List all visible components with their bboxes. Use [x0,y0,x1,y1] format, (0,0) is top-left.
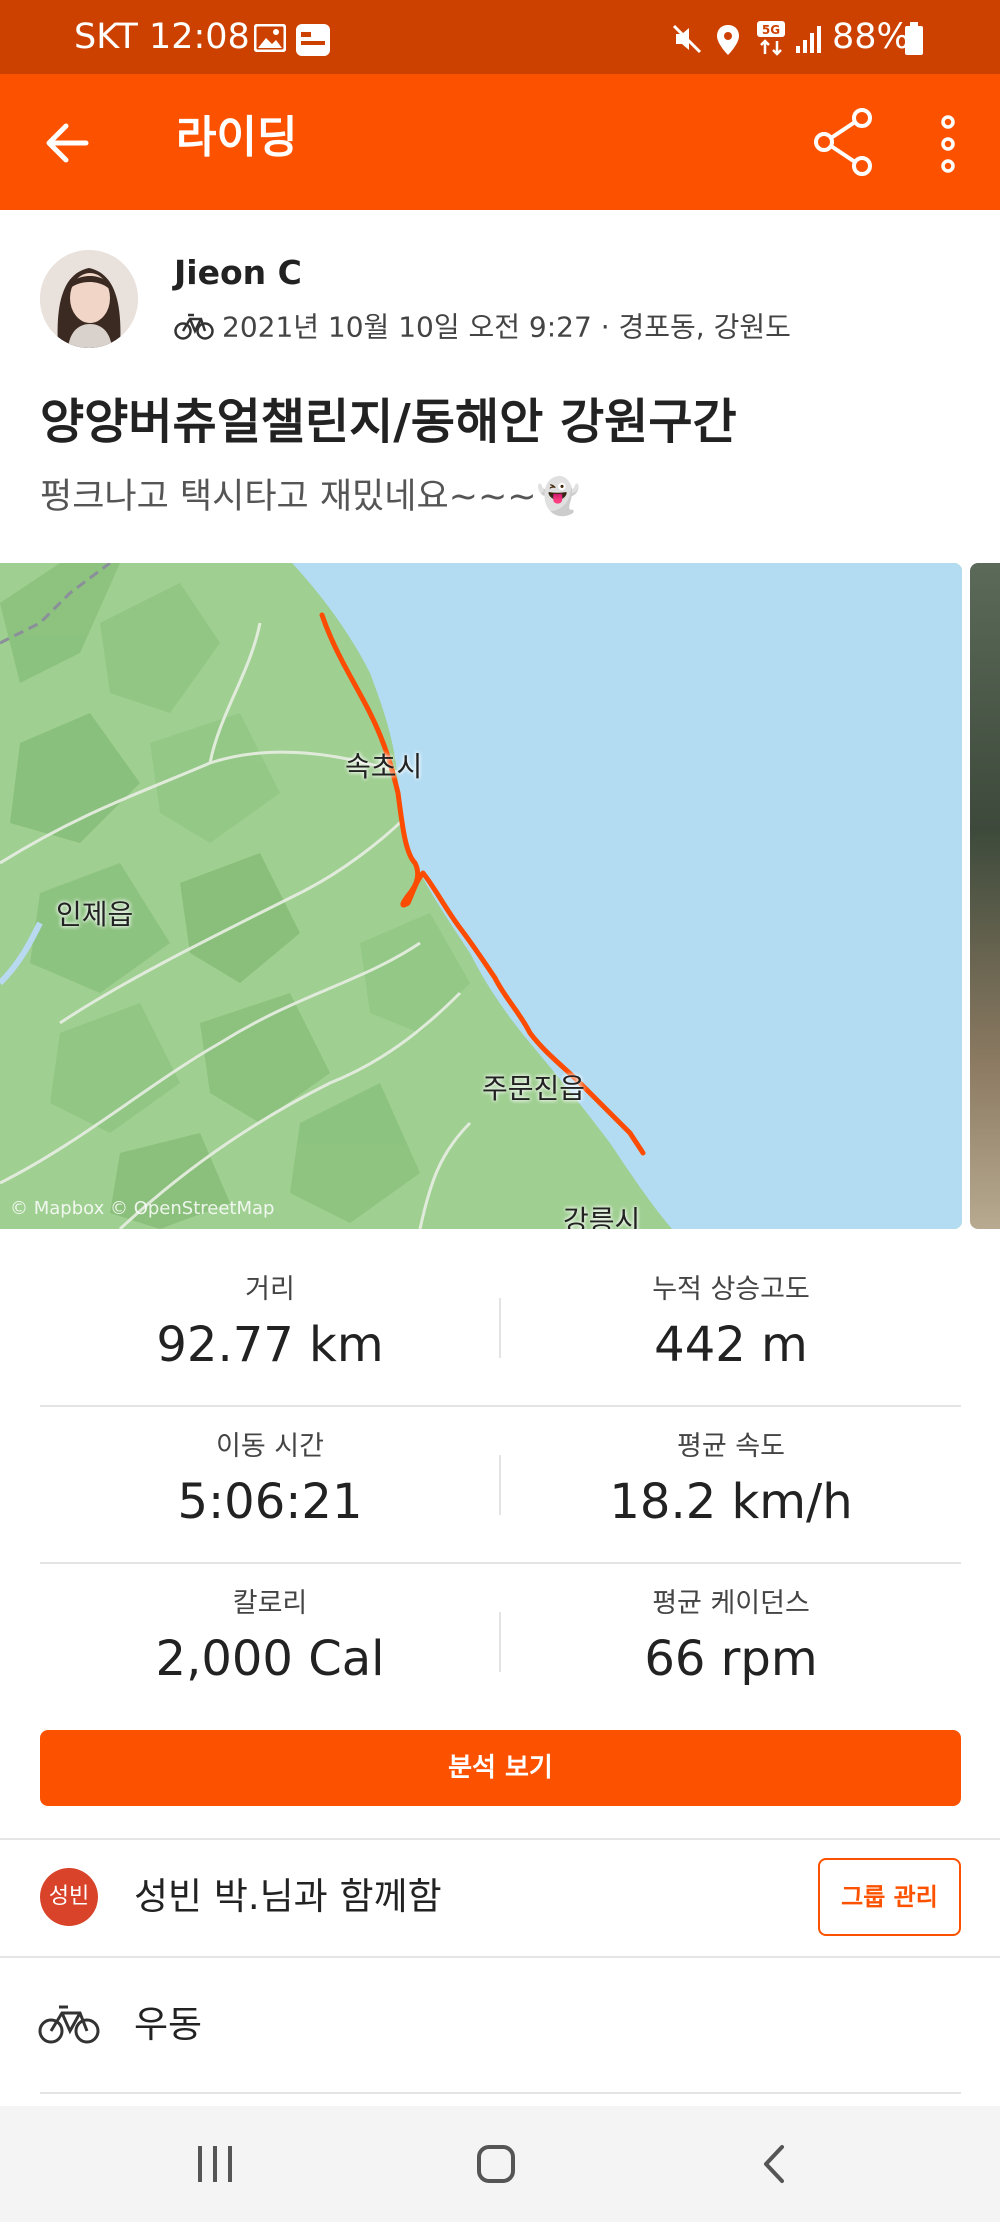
section-divider [0,1838,1000,1840]
back-arrow-icon[interactable] [42,118,92,168]
activity-meta: 2021년 10월 10일 오전 9:27 · 경포동, 강원도 [174,312,791,345]
stat-value: 92.77 km [156,1317,384,1373]
stat-label: 거리 [245,1274,295,1305]
status-time: SKT 12:08 [74,17,250,57]
recent-apps-icon[interactable] [196,2146,234,2186]
group-activity-text[interactable]: 성빈 박.님과 함께함 [134,1878,442,1915]
stat-value: 5:06:21 [177,1474,363,1530]
location-icon [716,24,740,60]
activity-photo-thumbnail[interactable] [970,563,1000,1229]
map-label-gangneung: 강릉시 [563,1204,641,1230]
athlete-name[interactable]: Jieon C [174,256,302,289]
5g-icon: 5G [756,20,786,60]
battery-percent: 88% [832,17,910,57]
status-bar: SKT 12:08 5G 88% [0,0,1000,74]
battery-icon [904,22,924,60]
signal-icon [794,24,824,58]
section-divider [0,1956,1000,1958]
bike-icon [38,2004,100,2044]
home-icon[interactable] [476,2144,516,2188]
more-options-icon[interactable] [935,114,961,174]
back-nav-icon[interactable] [762,2144,786,2188]
stat-avg-cadence: 평균 케이던스 66 rpm [501,1590,961,1683]
stats-row-divider [40,1405,961,1407]
stat-value: 66 rpm [644,1631,818,1687]
activity-title: 양양버츄얼챌린지/동해안 강원구간 [40,394,737,450]
stat-avg-speed: 평균 속도 18.2 km/h [501,1433,961,1526]
page-title: 라이딩 [176,112,298,163]
stat-calories: 칼로리 2,000 Cal [40,1590,500,1683]
map-attribution[interactable]: © Mapbox © OpenStreetMap [10,1200,274,1218]
map-label-sokcho: 속초시 [345,750,423,783]
stat-distance: 거리 92.77 km [40,1276,500,1369]
avatar[interactable] [40,250,138,348]
manage-group-button[interactable]: 그룹 관리 [818,1858,961,1936]
map-label-jumunjin: 주문진읍 [482,1072,586,1105]
stat-moving-time: 이동 시간 5:06:21 [40,1433,500,1526]
stat-label: 평균 속도 [677,1431,785,1462]
route-map[interactable]: 속초시 인제읍 주문진읍 강릉시 [0,563,962,1229]
system-navigation-bar [0,2106,1000,2222]
stat-value: 18.2 km/h [609,1474,853,1530]
group-member-badge[interactable]: 성빈 [40,1868,98,1926]
activity-date-location: 2021년 10월 10일 오전 9:27 · 경포동, 강원도 [222,310,791,344]
gallery-icon [253,23,287,56]
svg-text:5G: 5G [762,23,780,37]
stat-label: 칼로리 [232,1588,308,1619]
share-icon[interactable] [812,108,876,176]
stats-row-divider [40,1562,961,1564]
view-analysis-button[interactable]: 분석 보기 [40,1730,961,1806]
bike-icon [174,312,214,345]
stat-value: 2,000 Cal [155,1631,385,1687]
map-label-inje: 인제읍 [56,898,134,931]
stat-value: 442 m [654,1317,808,1373]
stock-app-icon [296,24,330,60]
stat-label: 평균 케이던스 [652,1588,810,1619]
section-divider [40,2092,961,2094]
mute-icon [672,24,702,58]
app-bar: 라이딩 [0,74,1000,210]
gear-name[interactable]: 우동 [134,2006,202,2043]
activity-description: 펑크나고 택시타고 재밌네요~~~👻 [40,477,581,517]
stat-label: 누적 상승고도 [652,1274,810,1305]
stat-elevation-gain: 누적 상승고도 442 m [501,1276,961,1369]
stat-label: 이동 시간 [216,1431,324,1462]
